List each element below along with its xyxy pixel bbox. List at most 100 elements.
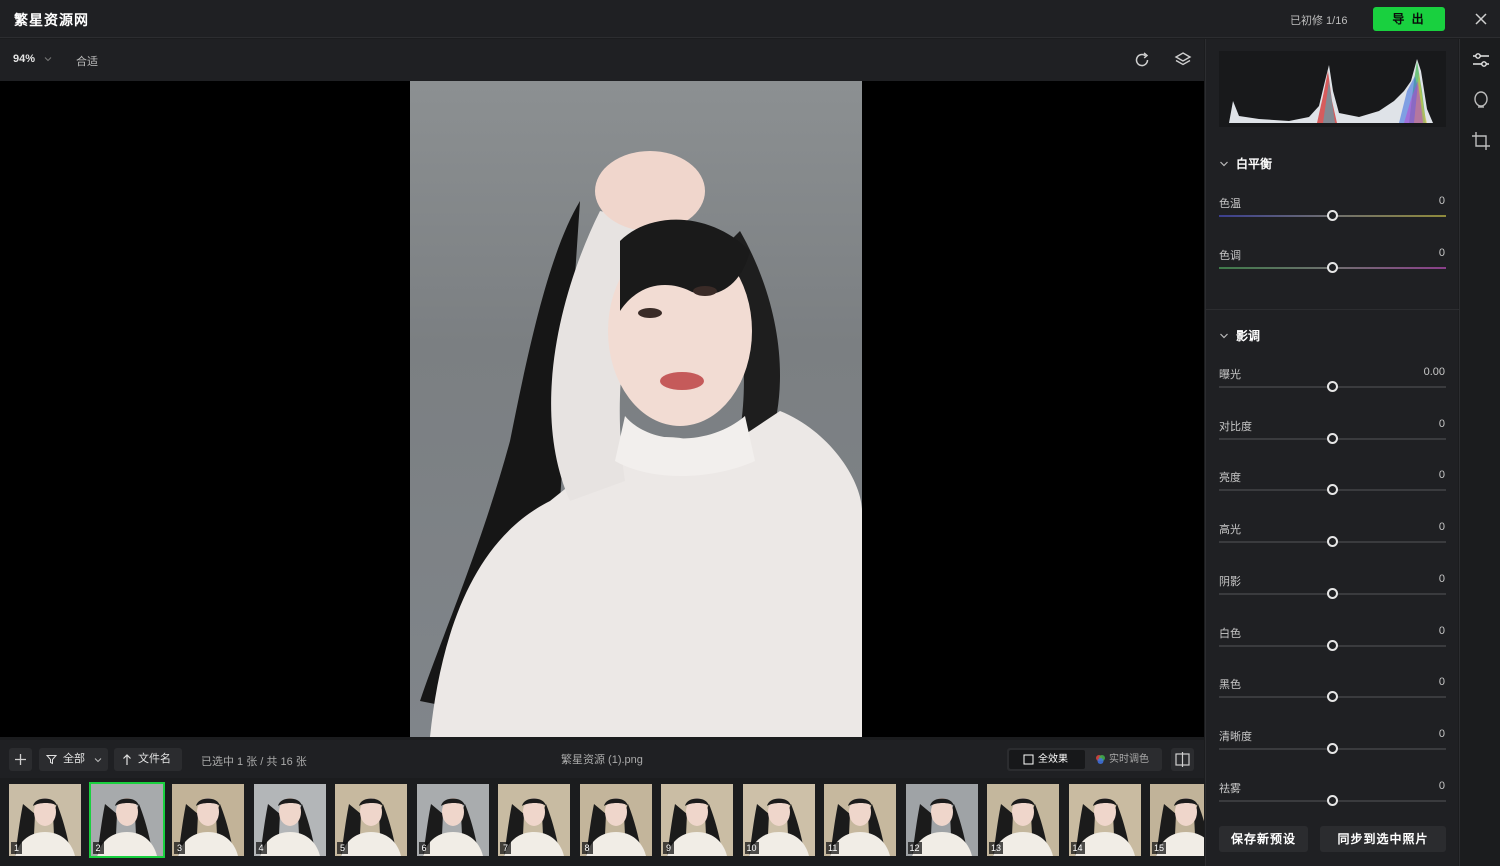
compare-button[interactable]	[1171, 748, 1194, 771]
reset-icon[interactable]	[1132, 50, 1152, 70]
thumbnail-number: 7	[500, 842, 511, 854]
adjust-sliders-icon[interactable]	[1470, 49, 1492, 71]
slider-value[interactable]: 0	[1439, 676, 1445, 688]
thumbnail[interactable]: 1	[9, 784, 81, 856]
thumbnail[interactable]: 8	[579, 784, 652, 856]
thumbnail-number: 3	[174, 842, 185, 854]
slider-value[interactable]: 0	[1439, 625, 1445, 637]
layers-icon[interactable]	[1173, 50, 1193, 70]
zoom-level[interactable]: 94%	[13, 53, 35, 65]
slider-handle[interactable]	[1327, 639, 1338, 651]
sort-label: 文件名	[138, 753, 171, 765]
thumbnail-number: 8	[581, 842, 593, 854]
full-effect-label: 全效果	[1038, 754, 1068, 765]
filmstrip: 1 2 3 4 5 6 7 8 9 10 11 12 13 14 15	[0, 778, 1204, 866]
save-preset-button[interactable]: 保存新预设	[1219, 826, 1308, 852]
adjustment-panel: 白平衡 色温 0 色调 0 影调 曝光 0.00 对比度 0 亮度 0 高光 0 阴影 0 白色 0 黑色 0 清…	[1205, 39, 1459, 866]
current-file-name: 繁星资源 (1).png	[561, 754, 643, 766]
slider-handle[interactable]	[1327, 536, 1338, 548]
thumbnail-number: 5	[337, 842, 348, 854]
slider-value[interactable]: 0	[1439, 418, 1445, 430]
thumbnail[interactable]: 12	[905, 784, 978, 856]
portrait-image	[420, 151, 862, 737]
thumbnail-number: 15	[1152, 842, 1167, 854]
filter-label: 全部	[63, 753, 85, 765]
chevron-down-icon	[1220, 161, 1228, 167]
chevron-down-icon[interactable]	[44, 55, 52, 63]
chevron-down-icon	[94, 758, 102, 763]
slider-handle[interactable]	[1327, 261, 1338, 273]
selection-count: 已选中 1 张 / 共 16 张	[201, 756, 307, 768]
slider-handle[interactable]	[1327, 432, 1338, 444]
thumbnail[interactable]: 14	[1068, 784, 1141, 856]
thumbnail-number: 11	[826, 842, 840, 854]
photo-canvas[interactable]	[0, 81, 1204, 737]
fit-button[interactable]: 合适	[76, 53, 98, 69]
tool-rail	[1459, 39, 1500, 866]
white-balance-title: 白平衡	[1236, 157, 1273, 171]
thumbnail-number: 9	[663, 842, 674, 854]
slider-label: 黑色	[1219, 679, 1241, 692]
filmstrip-toolbar: 全部 文件名 已选中 1 张 / 共 16 张 繁星资源 (1).png 全效果…	[0, 740, 1204, 778]
slider-handle[interactable]	[1327, 381, 1338, 392]
slider-label: 曝光	[1219, 369, 1241, 381]
plus-icon	[15, 754, 26, 765]
thumbnail[interactable]: 5	[335, 784, 407, 856]
slider-label: 亮度	[1219, 472, 1241, 485]
thumbnail[interactable]: 2	[88, 782, 165, 858]
main-photo[interactable]	[410, 81, 862, 737]
thumbnail[interactable]: 4	[253, 784, 326, 856]
export-button[interactable]: 导 出	[1373, 7, 1445, 31]
sort-button[interactable]: 文件名	[114, 748, 182, 771]
slider-label: 清晰度	[1219, 730, 1252, 743]
slider-handle[interactable]	[1327, 210, 1338, 221]
thumbnail-number: 12	[907, 842, 922, 854]
chevron-down-icon	[1220, 333, 1228, 339]
app-title: 繁星资源网	[14, 12, 89, 28]
white-balance-header[interactable]: 白平衡	[1219, 155, 1272, 172]
thumbnail[interactable]: 6	[416, 784, 489, 856]
thumbnail[interactable]: 7	[498, 784, 570, 856]
crop-icon[interactable]	[1470, 130, 1492, 152]
slider-handle[interactable]	[1327, 742, 1338, 754]
filter-button[interactable]: 全部	[39, 748, 108, 771]
tone-title: 影调	[1236, 329, 1261, 343]
edited-count: 已初修 1/16	[1290, 15, 1348, 27]
slider-value[interactable]: 0	[1439, 247, 1445, 259]
slider-value[interactable]: 0	[1439, 728, 1445, 740]
slider-value[interactable]: 0.00	[1424, 366, 1445, 378]
color-wheel-icon	[1096, 755, 1105, 764]
slider-label: 祛雾	[1219, 782, 1241, 795]
slider-value[interactable]: 0	[1439, 573, 1445, 585]
tone-header[interactable]: 影调	[1219, 327, 1260, 344]
thumbnail[interactable]: 9	[661, 784, 733, 856]
portrait-retouch-icon[interactable]	[1470, 89, 1492, 111]
slider-handle[interactable]	[1327, 587, 1338, 599]
thumbnail-number: 1	[11, 842, 22, 854]
slider-handle[interactable]	[1327, 691, 1338, 703]
slider-value[interactable]: 0	[1439, 521, 1445, 533]
thumbnail[interactable]: 13	[987, 784, 1059, 856]
slider-label: 高光	[1219, 524, 1241, 537]
slider-handle[interactable]	[1327, 794, 1338, 806]
filter-icon	[46, 755, 57, 765]
close-icon[interactable]	[1470, 8, 1492, 30]
thumbnail[interactable]: 15	[1150, 784, 1204, 856]
slider-value[interactable]: 0	[1439, 469, 1445, 481]
thumbnail[interactable]: 10	[742, 784, 815, 856]
slider-value[interactable]: 0	[1439, 780, 1445, 792]
thumbnail[interactable]: 11	[824, 784, 896, 856]
view-mode-toggle: 全效果 实时调色	[1007, 748, 1162, 771]
thumbnail-number: 14	[1070, 842, 1085, 854]
add-photo-button[interactable]	[9, 748, 32, 771]
full-effect-button[interactable]: 全效果	[1009, 750, 1085, 769]
square-icon	[1023, 754, 1034, 765]
image-toolbar: 94% 合适	[0, 39, 1204, 81]
thumbnail-number: 2	[92, 842, 104, 854]
sync-to-selected-button[interactable]: 同步到选中照片	[1320, 826, 1446, 852]
thumbnail[interactable]: 3	[172, 784, 244, 856]
slider-value[interactable]: 0	[1439, 195, 1445, 207]
title-bar: 繁星资源网 已初修 1/16 导 出	[0, 0, 1500, 38]
slider-handle[interactable]	[1327, 484, 1338, 496]
slider-label: 白色	[1219, 627, 1241, 640]
